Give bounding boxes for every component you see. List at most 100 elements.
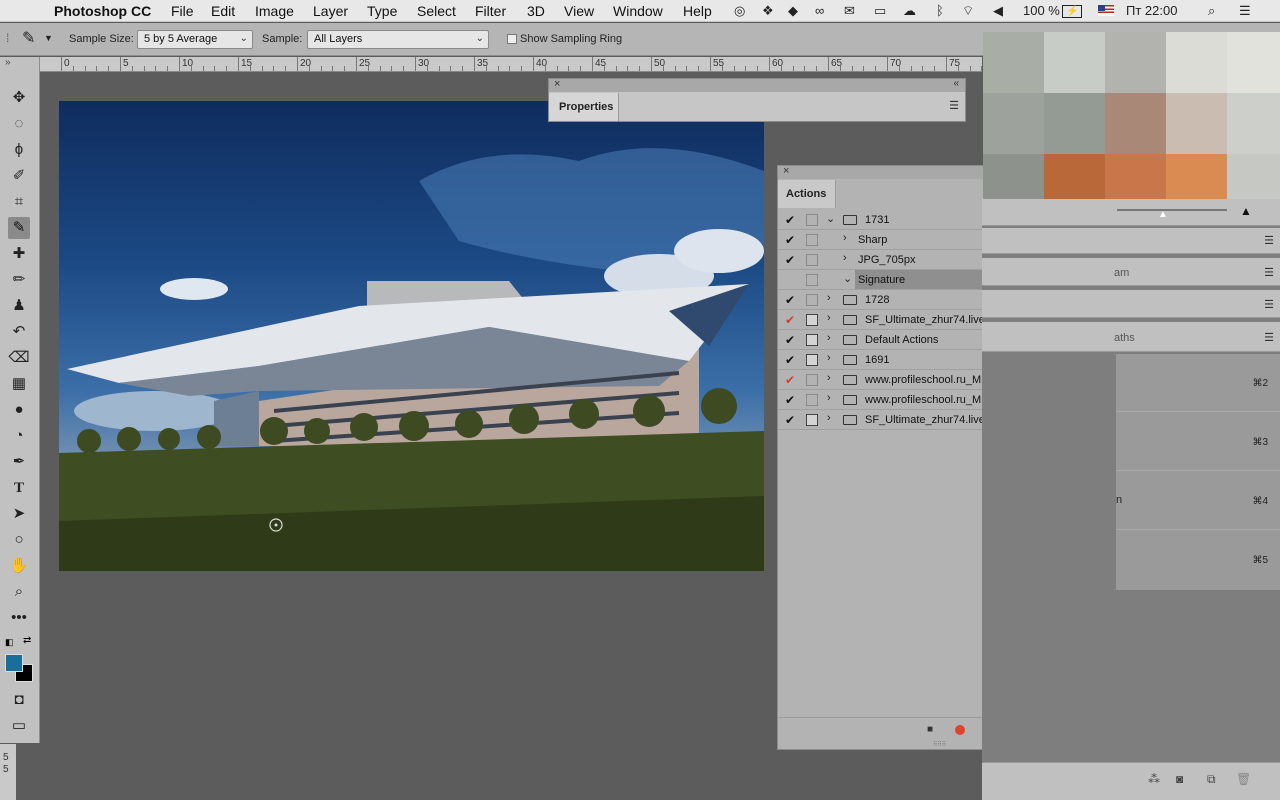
screen-icon[interactable]: ▭ [874,3,886,19]
clone-stamp-tool-icon[interactable]: ♟ [8,295,30,317]
hand-tool-icon[interactable]: ✋ [8,555,30,577]
pen-tool-icon[interactable]: ✒ [8,451,30,473]
dock-band[interactable]: am ☰ [982,258,1280,286]
dock-band[interactable]: ☰ [982,290,1280,318]
marquee-tool-icon[interactable]: ◌ [8,113,30,135]
delete-trash-icon[interactable]: 🗑 [1236,772,1251,786]
collapse-panel-icon[interactable]: « [953,78,959,89]
color-swatch[interactable] [983,154,1044,199]
tab-partial-am[interactable]: am [1114,267,1129,279]
toggle-dialog-icon[interactable] [806,354,818,366]
flag-icon[interactable] [1098,5,1114,16]
chevron-right-icon[interactable]: › [827,392,831,404]
menu-view[interactable]: View [564,3,594,19]
load-selection-icon[interactable]: ⁂ [1148,772,1160,786]
chevron-right-icon[interactable]: › [827,352,831,364]
channel-row[interactable]: ⌘3 [1116,413,1280,471]
dock-band[interactable]: ☰ [982,228,1280,254]
color-swatch[interactable] [1227,32,1280,93]
color-swatch[interactable] [1227,93,1280,154]
menu-edit[interactable]: Edit [211,3,235,19]
chevron-down-icon[interactable]: ⌄ [826,212,835,225]
channel-row[interactable]: ⌘2 [1116,354,1280,412]
quick-mask-icon[interactable]: ◘ [8,689,30,711]
toggle-item-check-icon[interactable]: ✔ [785,373,795,387]
tab-properties[interactable]: Properties [549,93,619,121]
toggle-dialog-icon[interactable] [806,414,818,426]
channel-row[interactable]: n ⌘4 [1116,472,1280,530]
battery-label[interactable]: 100 % [1023,3,1060,18]
dropbox-icon[interactable]: ❖ [762,3,774,19]
blur-tool-icon[interactable]: ● [8,399,30,421]
creative-cloud-icon[interactable]: ∞ [815,3,824,18]
panel-menu-icon[interactable]: ☰ [949,99,959,112]
toggle-item-check-icon[interactable]: ✔ [785,333,795,347]
zoom-tool-icon[interactable]: ⌕ [8,581,30,603]
gradient-tool-icon[interactable]: ▦ [8,373,30,395]
mail-icon[interactable]: ✉ [844,3,855,19]
chevron-right-icon[interactable]: › [827,292,831,304]
panel-menu-icon[interactable]: ☰ [1264,298,1274,311]
menu-window[interactable]: Window [613,3,663,19]
eyedropper-tool-icon[interactable]: ✎ [8,217,30,239]
bluetooth-icon[interactable]: ᛒ [936,3,944,18]
history-brush-tool-icon[interactable]: ↶ [8,321,30,343]
color-swatch[interactable] [1044,93,1105,154]
chevron-right-icon[interactable]: › [827,372,831,384]
color-swatch[interactable] [1105,93,1166,154]
color-swatch[interactable] [1105,154,1166,199]
panel-menu-icon[interactable]: ☰ [1264,234,1274,247]
tab-actions[interactable]: Actions [778,180,836,208]
color-swatch[interactable] [1166,154,1227,199]
chevron-down-icon[interactable]: ▼ [44,33,53,43]
toggle-dialog-icon[interactable] [806,214,818,226]
toggle-dialog-icon[interactable] [806,374,818,386]
sample-select[interactable]: All Layers ⌄ [307,30,489,49]
panel-grip-icon[interactable]: ⠿⠿⠿ [933,741,946,748]
collapse-arrows-icon[interactable]: » [5,57,11,68]
foreground-color-swatch[interactable] [5,654,23,672]
slider-handle-icon[interactable]: ▲ [1158,209,1168,220]
slider-track[interactable] [1117,209,1227,211]
toggle-item-check-icon[interactable]: ✔ [785,213,795,227]
toggle-dialog-icon[interactable] [806,394,818,406]
path-selection-tool-icon[interactable]: ➤ [8,503,30,525]
toggle-dialog-icon[interactable] [806,314,818,326]
color-swatch[interactable] [1166,93,1227,154]
quick-selection-tool-icon[interactable]: ✐ [8,165,30,187]
clock[interactable]: Пт 22:00 [1126,3,1177,18]
menu-help[interactable]: Help [683,3,712,19]
menu-image[interactable]: Image [255,3,294,19]
chevron-right-icon[interactable]: › [827,332,831,344]
brush-tool-icon[interactable]: ✏ [8,269,30,291]
document-image[interactable] [59,101,764,571]
healing-brush-tool-icon[interactable]: ✚ [8,243,30,265]
default-colors-icon[interactable]: ◧ [5,637,14,648]
save-selection-icon[interactable]: ◙ [1176,772,1183,786]
chevron-right-icon[interactable]: › [843,232,847,244]
sample-size-select[interactable]: 5 by 5 Average ⌄ [137,30,253,49]
toggle-item-check-icon[interactable]: ✔ [785,393,795,407]
menu-3d[interactable]: 3D [527,3,545,19]
vertical-ruler[interactable]: 5 5 [0,744,16,800]
toggle-item-check-icon[interactable]: ✔ [785,233,795,247]
toggle-item-check-icon[interactable]: ✔ [785,253,795,267]
cloud-icon[interactable]: ☁ [903,3,916,19]
volume-icon[interactable]: ◀ [993,3,1003,19]
status-icon-1[interactable]: ◎ [734,3,745,19]
toggle-item-check-icon[interactable]: ✔ [785,293,795,307]
record-icon[interactable] [955,725,965,735]
panel-menu-icon[interactable]: ☰ [1264,266,1274,279]
evernote-icon[interactable]: ◆ [788,3,798,19]
color-swatch[interactable] [1227,154,1280,199]
color-swatch[interactable] [1044,154,1105,199]
crop-tool-icon[interactable]: ⌗ [8,191,30,213]
close-icon[interactable]: × [554,78,560,90]
chevron-right-icon[interactable]: › [827,312,831,324]
menu-file[interactable]: File [171,3,194,19]
sampling-ring-checkbox[interactable] [507,34,517,44]
properties-header[interactable]: × « [549,78,965,92]
expand-icon[interactable]: ▲ [1240,204,1252,218]
menu-select[interactable]: Select [417,3,456,19]
swap-colors-icon[interactable]: ⇄ [23,635,31,646]
